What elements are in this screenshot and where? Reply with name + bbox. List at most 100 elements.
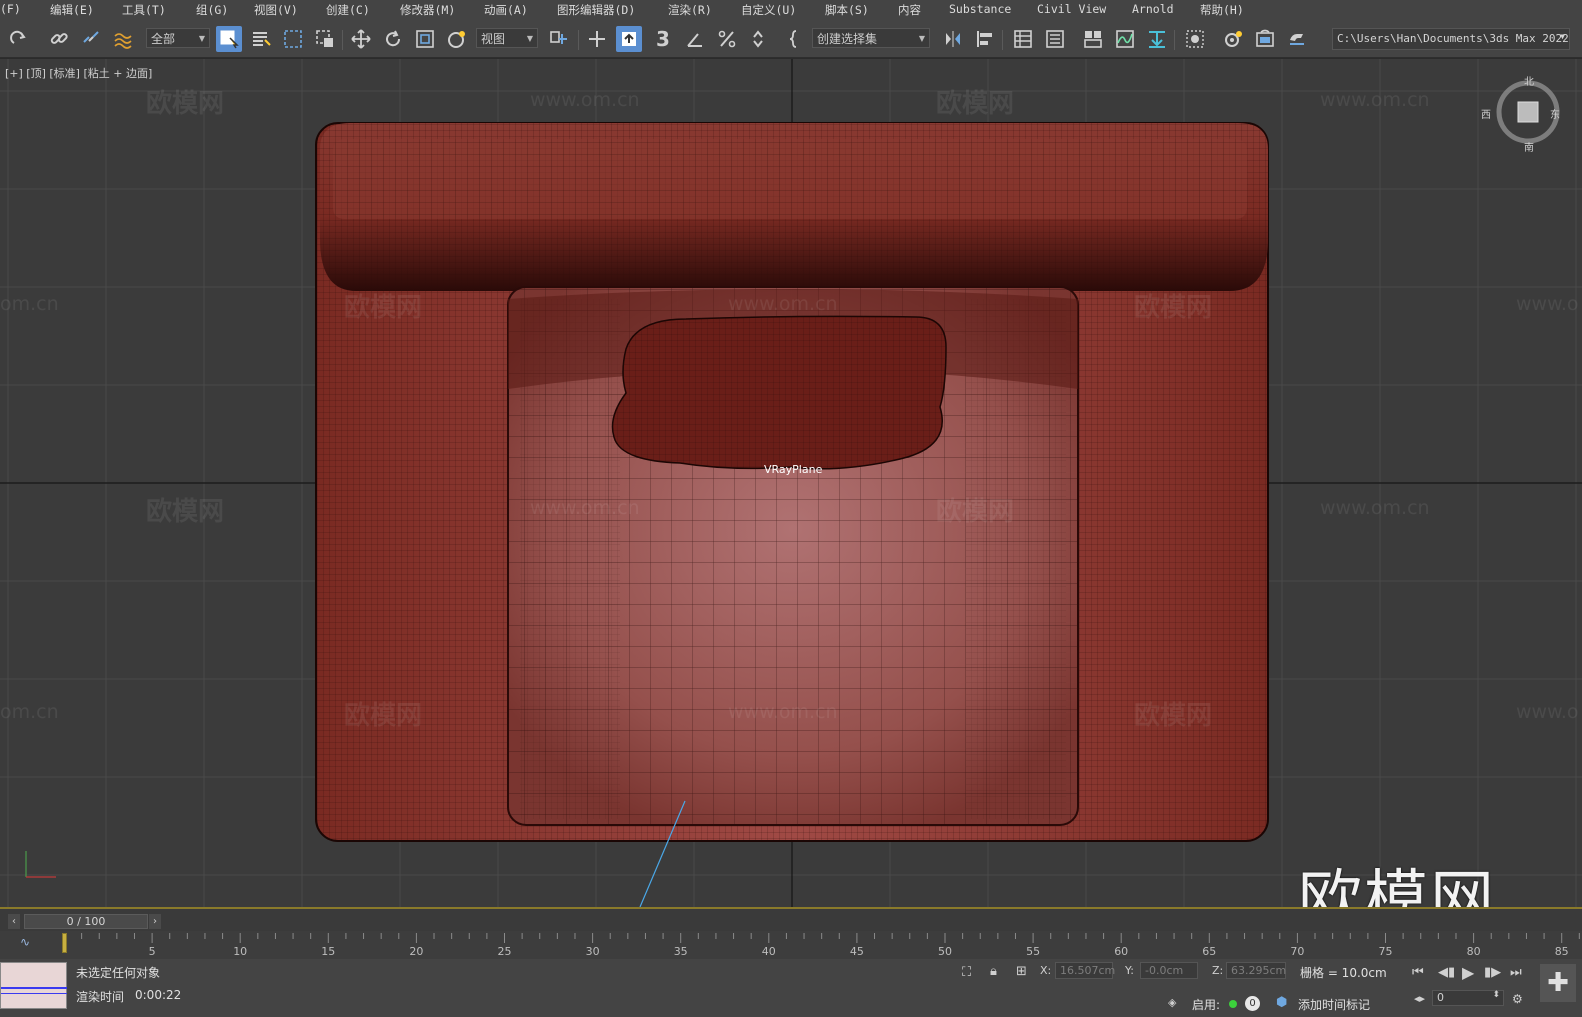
add-time-tag-label[interactable]: 添加时间标记 [1298,996,1370,1013]
render-setup-icon[interactable] [1220,26,1246,52]
menu-item[interactable]: 视图(V) [254,2,298,18]
move-icon[interactable] [348,26,374,52]
menu-item[interactable]: Arnold [1132,2,1174,16]
snaps-toggle-icon[interactable]: 3 [650,26,676,52]
bind-spacewarp-icon[interactable] [110,26,136,52]
x-coord-field[interactable]: 16.507cm [1055,962,1115,979]
redo-icon[interactable] [6,26,32,52]
curve-editor-mini-icon[interactable]: ∿ [20,935,30,949]
selection-filter-dropdown[interactable]: 全部 ▼ [146,28,210,48]
watermark-url: www.om.cn [530,89,640,111]
unlink-icon[interactable] [78,26,104,52]
menu-item[interactable]: (F) [0,2,21,16]
compass-east: 东 [1550,110,1560,121]
selection-filter-value: 全部 [151,31,176,46]
menu-item[interactable]: Civil View [1037,2,1106,16]
time-tag-icon[interactable]: ⬢ [1276,995,1287,1010]
time-slider[interactable]: ‹ 0 / 100 › [0,909,1582,931]
render-production-icon[interactable] [1284,26,1310,52]
curve-editor-icon[interactable] [1112,26,1138,52]
go-to-start-icon[interactable]: ⏮ [1412,965,1424,980]
adaptive-degradation-icon[interactable]: ◈ [1168,996,1176,1009]
y-coord-field[interactable]: -0.0cm [1140,962,1198,979]
mirror-icon[interactable] [940,26,966,52]
timeline-tick-label: 20 [409,945,424,958]
chevron-down-icon: ▼ [526,33,533,43]
rectangular-selection-icon[interactable] [280,26,306,52]
menu-item[interactable]: 修改器(M) [400,2,455,18]
menu-item[interactable]: 动画(A) [484,2,528,18]
axis-tripod [25,851,56,878]
prev-frame-arrow-icon[interactable]: ‹ [8,914,20,929]
viewport-canvas [0,59,1582,907]
sofa-model[interactable] [315,122,1269,842]
watermark-url: om.cn [0,293,59,315]
pivot-center-icon[interactable] [546,26,572,52]
menu-item[interactable]: 图形编辑器(D) [557,2,635,18]
time-cursor[interactable] [62,933,67,953]
menu-item[interactable]: 创建(C) [326,2,370,18]
current-frame-field[interactable]: 0 ⬍ [1432,990,1504,1006]
edit-named-selection-icon[interactable] [786,26,812,52]
scene-explorer-icon[interactable] [1010,26,1036,52]
rendered-frame-window-icon[interactable] [1252,26,1278,52]
go-to-end-icon[interactable]: ⏭ [1510,965,1522,980]
play-icon[interactable]: ▶ [1462,963,1474,982]
menu-item[interactable]: 工具(T) [122,2,166,18]
lock-icon[interactable]: 🔒︎ [990,964,997,979]
status-indicator-dot [1229,1000,1237,1008]
spinner-icon: ⬍ [1492,990,1500,1000]
timeline-tick-label: 55 [1026,945,1041,958]
menu-item[interactable]: Substance [949,2,1011,16]
scale-icon[interactable] [412,26,438,52]
viewcube[interactable]: 北 南 东 西 [1481,77,1563,154]
select-by-name-icon[interactable] [248,26,274,52]
menu-item[interactable]: 帮助(H) [1200,2,1244,18]
watermark-logo: 欧模网 [936,89,1015,119]
timeline-ruler[interactable]: 5 10 15 20 25 30 35 40 45 50 55 60 65 70 75 80 85 ∿ [0,931,1582,959]
menu-item[interactable]: 编辑(E) [50,2,94,18]
menu-item[interactable]: 自定义(U) [741,2,796,18]
select-object-icon[interactable] [216,26,242,52]
enable-count-badge[interactable]: 0 [1245,996,1260,1011]
toolbar-separator [578,30,579,50]
viewport-navigation-icon[interactable]: ✚ [1540,964,1576,1002]
material-editor-icon[interactable] [1182,26,1208,52]
time-config-icon[interactable]: ⚙ [1512,992,1523,1006]
render-time-value: 0:00:22 [135,988,182,1002]
isolate-selection-icon[interactable]: ⛶ [962,965,971,980]
menu-item[interactable]: 脚本(S) [825,2,869,18]
schematic-view-icon[interactable] [1144,26,1170,52]
spinner-snap-icon[interactable] [746,26,772,52]
rotate-icon[interactable] [380,26,406,52]
angle-snap-icon[interactable] [682,26,708,52]
key-mode-icon[interactable]: ◂▸ [1414,992,1425,1005]
link-icon[interactable] [46,26,72,52]
next-frame-arrow-icon[interactable]: › [149,914,161,929]
z-coord-field[interactable]: 63.295cm [1226,962,1286,979]
x-coord-label: X: [1040,964,1052,977]
window-crossing-icon[interactable] [312,26,338,52]
place-icon[interactable] [444,26,470,52]
percent-snap-icon[interactable] [714,26,740,52]
timeline-tick-label: 80 [1466,945,1481,958]
chevron-down-icon: ▼ [918,33,925,43]
prev-key-icon[interactable]: ◀▮ [1438,965,1455,980]
layer-explorer-icon[interactable] [1042,26,1068,52]
named-selection-dropdown[interactable]: 创建选择集 ▼ [812,28,930,48]
absolute-mode-icon[interactable]: ⊞ [1016,964,1027,979]
maxscript-listener-swatch[interactable] [0,962,67,1009]
next-key-icon[interactable]: ▮▶ [1484,965,1501,980]
time-slider-thumb[interactable]: 0 / 100 [24,914,148,929]
align-icon[interactable] [972,26,998,52]
reference-coord-dropdown[interactable]: 视图 ▼ [476,28,538,48]
keyboard-shortcut-override-icon[interactable] [616,26,642,52]
menu-item[interactable]: 组(G) [196,2,228,18]
viewport-top[interactable]: [+] [顶] [标准] [粘土 + 边面] 欧模网 www.om.cn 欧模网… [0,59,1582,907]
viewport-label[interactable]: [+] [顶] [标准] [粘土 + 边面] [5,65,152,81]
manipulate-icon[interactable] [584,26,610,52]
project-path-field[interactable]: C:\Users\Han\Documents\3ds Max 2022 ▼ [1332,28,1570,50]
menu-item[interactable]: 渲染(R) [668,2,712,18]
menu-item[interactable]: 内容 [898,2,921,18]
toggle-ribbon-icon[interactable] [1080,26,1106,52]
